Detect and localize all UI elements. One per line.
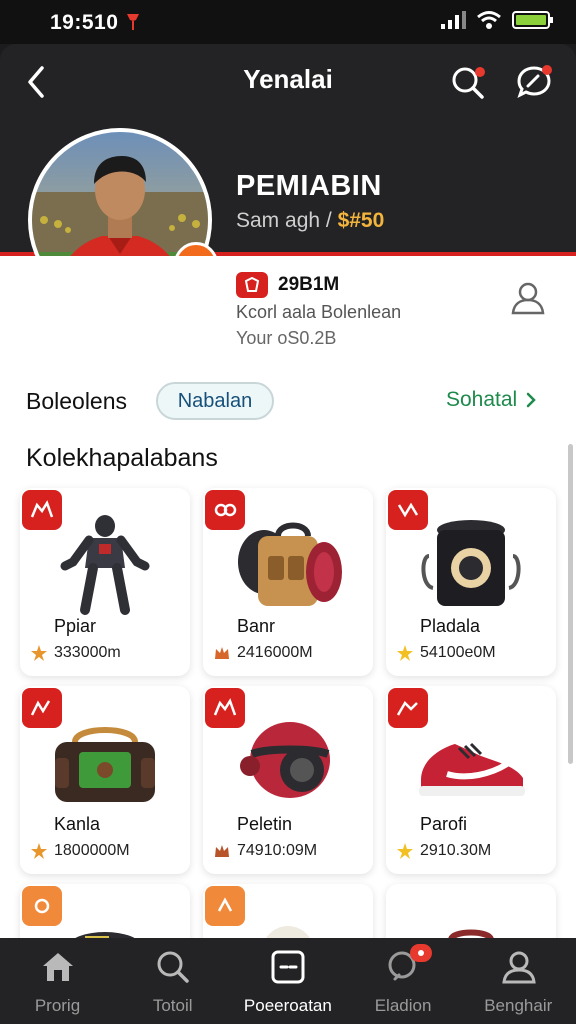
collection-card[interactable] [203, 884, 373, 938]
profile-subtitle-prefix: Sam agh / [236, 209, 338, 232]
helmet-image [240, 722, 330, 798]
dot-icon [417, 950, 424, 956]
scrollbar[interactable] [568, 444, 573, 764]
nav-item-messages[interactable]: Eladion [346, 938, 461, 1024]
see-all-link[interactable]: Sohatal [446, 388, 537, 412]
profile-name: PEMIABIN [236, 170, 382, 202]
home-icon [43, 953, 73, 981]
star-icon [397, 645, 413, 661]
star-icon [31, 645, 47, 661]
wifi-icon [477, 11, 501, 29]
profile-balance: $#50 [337, 209, 385, 232]
bottom-nav: Prorig Totoil Poeeroatan Eladion Benghai… [0, 938, 576, 1024]
canister-image [421, 520, 521, 606]
bag-image [55, 727, 155, 802]
card-price-row: 2910.30M [396, 842, 491, 860]
stat-value: 29B1M [278, 274, 340, 295]
nav-label: Poeeroatan [243, 996, 332, 1015]
section-title: Boleolens [26, 388, 128, 414]
collection-card[interactable]: Ppiar 333000m [20, 488, 190, 676]
collection-card[interactable] [20, 884, 190, 938]
search-button[interactable] [448, 62, 488, 102]
card-price-row: 1800000M [30, 842, 130, 860]
nav-label: Totoil [152, 996, 193, 1015]
nav-item-profile[interactable]: Benghair [461, 938, 576, 1024]
stat-detail: Your oS0.2B [236, 328, 337, 348]
signal-icon [441, 11, 466, 29]
card-price-row: 74910:09M [213, 842, 317, 860]
card-name: Peletin [237, 814, 293, 834]
item-image [448, 929, 494, 938]
status-bar: 19:510 [0, 0, 576, 44]
nav-item-search[interactable]: Totoil [115, 938, 230, 1024]
search-icon [157, 951, 189, 983]
page-title: Yenalai [243, 64, 333, 94]
star-icon [31, 843, 47, 859]
badge-icon [244, 276, 260, 292]
crown-icon [215, 845, 229, 857]
card-price-row: 54100e0M [396, 644, 496, 662]
card-name: Banr [237, 616, 276, 636]
stat-icon [236, 272, 268, 298]
nav-item-collection[interactable]: Poeeroatan [230, 938, 345, 1024]
filter-chip[interactable]: Nabalan [156, 382, 274, 420]
collection-card[interactable]: Kanla 1800000M [20, 686, 190, 874]
card-name: Pladala [420, 616, 481, 636]
notification-dot [475, 67, 485, 77]
item-image [75, 932, 135, 938]
armor-figure-image [60, 515, 150, 615]
collection-title: Kolekhapalabans [26, 444, 218, 472]
battery-icon [512, 11, 553, 29]
messages-button[interactable] [514, 62, 554, 102]
user-icon [511, 282, 545, 315]
card-name: Kanla [54, 814, 101, 834]
card-name: Ppiar [54, 616, 97, 636]
nav-label: Prorig [34, 996, 81, 1015]
card-price: 74910:09M [237, 842, 318, 859]
backpack-image [238, 522, 342, 606]
chevron-right-icon [526, 392, 537, 408]
stat-description: Kcorl aala Bolenlean [236, 302, 402, 322]
item-image [266, 926, 310, 938]
card-price: 1800000M [54, 842, 130, 859]
status-time: 19:510 [50, 11, 119, 34]
notification-badge [409, 944, 432, 962]
stat-row: 29B1M [236, 272, 339, 298]
profile-icon [502, 951, 536, 984]
collection-card[interactable]: Pladala 54100e0M [386, 488, 556, 676]
collection-card[interactable]: Peletin 74910:09M [203, 686, 373, 874]
card-price: 2910.30M [420, 842, 492, 859]
card-price: 333000m [54, 644, 121, 661]
nav-item-home[interactable]: Prorig [0, 938, 115, 1024]
follow-button[interactable] [508, 278, 548, 318]
card-price-row: 333000m [30, 644, 121, 662]
notification-dot [542, 65, 552, 75]
main-content: 29B1M Kcorl aala Bolenlean Your oS0.2B B… [0, 256, 576, 938]
see-all-label: Sohatal [446, 388, 518, 411]
card-price: 2416000M [237, 644, 313, 661]
crown-icon [215, 647, 229, 659]
collection-card[interactable]: Banr 2416000M [203, 488, 373, 676]
card-name: Parofi [420, 814, 468, 834]
sneaker-image [419, 742, 525, 796]
nav-label: Benghair [484, 996, 553, 1015]
notification-pin-icon [127, 14, 139, 30]
profile-subtitle: Sam agh / $#50 [236, 209, 384, 233]
star-icon [397, 843, 413, 859]
card-price-row: 2416000M [213, 644, 313, 662]
nav-label: Eladion [374, 996, 432, 1015]
collection-card[interactable]: Parofi 2910.30M [386, 686, 556, 874]
card-price: 54100e0M [420, 644, 496, 661]
collection-card[interactable] [386, 884, 556, 938]
collection-icon [271, 950, 305, 984]
